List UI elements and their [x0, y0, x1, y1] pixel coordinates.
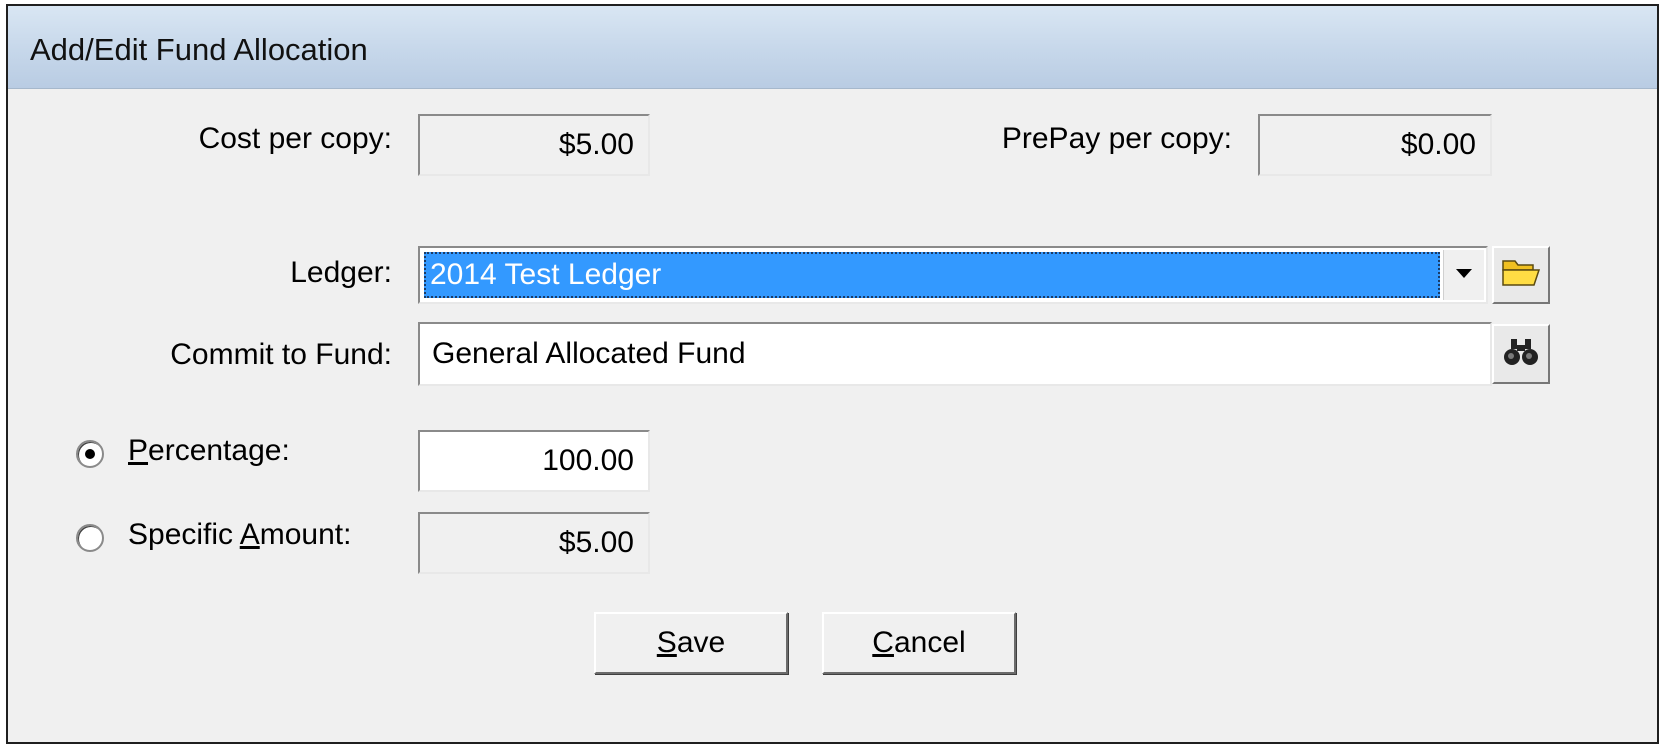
commit-to-fund-field[interactable]: General Allocated Fund — [418, 322, 1492, 386]
percentage-radio[interactable] — [76, 440, 104, 468]
dialog-window: Add/Edit Fund Allocation Cost per copy: … — [6, 4, 1659, 744]
cost-per-copy-label: Cost per copy: — [198, 122, 392, 155]
prepay-per-copy-label: PrePay per copy: — [1001, 122, 1232, 155]
commit-to-fund-label: Commit to Fund: — [170, 338, 392, 371]
chevron-down-icon — [1456, 266, 1472, 284]
ledger-selected-value[interactable]: 2014 Test Ledger — [424, 252, 1440, 298]
prepay-per-copy-field: $0.00 — [1258, 114, 1492, 176]
specific-amount-radio[interactable] — [76, 524, 104, 552]
radio-selected-dot — [85, 449, 95, 459]
binoculars-icon — [1503, 337, 1539, 372]
save-button[interactable]: Save — [594, 612, 788, 674]
search-fund-button[interactable] — [1492, 324, 1550, 384]
percentage-field[interactable]: 100.00 — [418, 430, 650, 492]
ledger-label: Ledger: — [290, 256, 392, 289]
folder-open-icon — [1501, 257, 1541, 294]
ledger-dropdown-button[interactable] — [1443, 250, 1484, 300]
specific-amount-field: $5.00 — [418, 512, 650, 574]
specific-amount-label[interactable]: Specific Amount: — [128, 518, 351, 552]
cancel-button[interactable]: Cancel — [822, 612, 1016, 674]
ledger-dropdown[interactable]: 2014 Test Ledger — [418, 246, 1488, 304]
browse-ledger-button[interactable] — [1492, 246, 1550, 304]
dialog-title: Add/Edit Fund Allocation — [30, 32, 368, 67]
percentage-label[interactable]: Percentage: — [128, 434, 290, 468]
cost-per-copy-field: $5.00 — [418, 114, 650, 176]
title-bar[interactable]: Add/Edit Fund Allocation — [8, 6, 1657, 89]
